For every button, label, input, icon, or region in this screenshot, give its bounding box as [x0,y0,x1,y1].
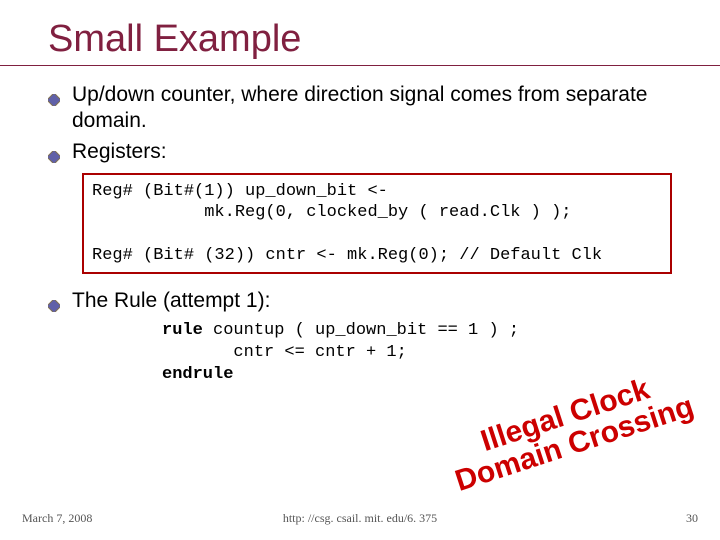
code-line: Reg# (Bit#(1)) up_down_bit <- [92,182,388,201]
overlay-line: Domain Crossing [451,390,697,498]
code-block-rule: rule countup ( up_down_bit == 1 ) ; cntr… [162,320,672,386]
code-box-registers: Reg# (Bit#(1)) up_down_bit <- mk.Reg(0, … [82,173,672,274]
slide: Small Example Up/down counter, where dir… [0,0,720,540]
bullet-text: Up/down counter, where direction signal … [72,83,647,132]
slide-title: Small Example [0,0,720,61]
diamond-icon [48,293,60,319]
bullet-item: Registers: [72,139,682,165]
code-text: countup ( up_down_bit == 1 ) ; [203,321,519,340]
bullet-text: The Rule (attempt 1): [72,289,270,312]
diamond-icon [48,87,60,113]
code-line: mk.Reg(0, clocked_by ( read.Clk ) ); [92,203,571,222]
code-keyword: endrule [162,365,233,384]
footer-url: http: //csg. csail. mit. edu/6. 375 [22,511,698,526]
code-line: Reg# (Bit# (32)) cntr <- mk.Reg(0); // D… [92,246,602,265]
content-area: Up/down counter, where direction signal … [0,66,720,386]
footer-page-number: 30 [686,511,698,526]
bullet-item: Up/down counter, where direction signal … [72,82,682,135]
bullet-text: Registers: [72,140,167,163]
code-line: cntr <= cntr + 1; [162,343,407,362]
bullet-item: The Rule (attempt 1): [72,288,682,314]
code-keyword: rule [162,321,203,340]
diamond-icon [48,144,60,170]
